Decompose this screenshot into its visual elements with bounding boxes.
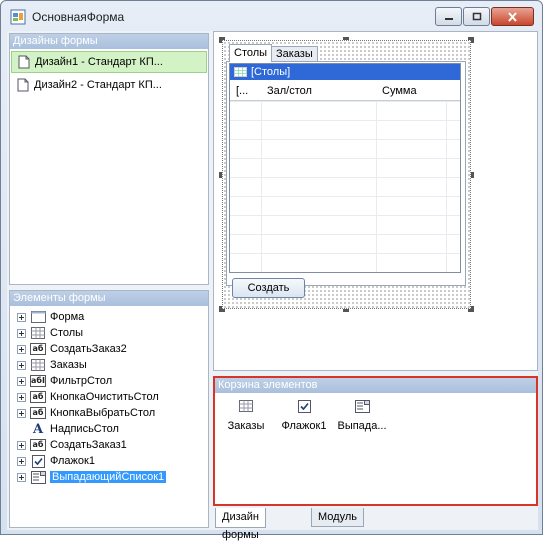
label-icon: A [32, 421, 44, 437]
app-icon [10, 9, 26, 25]
tree-item-orders[interactable]: Заказы [12, 357, 87, 373]
tree-item-label: СоздатьЗаказ1 [50, 439, 127, 451]
basket-item-orders[interactable]: Заказы [217, 398, 275, 432]
tab-form-design[interactable]: Дизайн формы [215, 508, 266, 541]
client-area: Дизайны формы Дизайн1 - Стандарт КП... Д… [7, 31, 538, 541]
title-bar[interactable]: ОсновнаяФорма [1, 1, 542, 31]
table-icon [234, 67, 247, 77]
basket-item-dropdown[interactable]: Выпада... [333, 398, 391, 432]
tree-item-checkbox-1[interactable]: Флажок1 [12, 453, 95, 469]
design-item-label: Дизайн2 - Стандарт КП... [34, 79, 162, 91]
table-icon [239, 400, 253, 412]
table-icon [30, 359, 46, 372]
grid-title: [Столы] [251, 66, 291, 78]
close-icon [508, 11, 517, 22]
button-icon: аб [30, 391, 46, 404]
tree-item-label: КнопкаВыбратьСтол [50, 407, 156, 419]
tree-item-label: Флажок1 [50, 455, 95, 467]
document-icon [18, 55, 30, 69]
main-window: ОсновнаяФорма Дизайны формы Дизайн1 - Ст… [0, 0, 543, 541]
expand-icon[interactable] [17, 440, 26, 450]
tables-grid[interactable]: [Столы] [... Зал/стол Сумма [229, 63, 461, 273]
tree-item-tables[interactable]: Столы [12, 325, 83, 341]
tree-item-label: НадписьСтол [50, 423, 119, 435]
expand-icon[interactable] [17, 392, 26, 402]
tree-item-table-label[interactable]: A НадписьСтол [12, 421, 119, 437]
document-icon [17, 78, 29, 92]
expand-icon[interactable] [17, 344, 26, 354]
tab-tables[interactable]: Столы [229, 44, 273, 62]
tree-item-select-table-button[interactable]: аб КнопкаВыбратьСтол [12, 405, 155, 421]
window-title: ОсновнаяФорма [32, 10, 125, 24]
tree-item-form[interactable]: Форма [12, 309, 84, 325]
elements-panel: Элементы формы Форма Столы аб СоздатьЗак… [9, 290, 209, 528]
grid-header: [... Зал/стол Сумма [230, 81, 460, 101]
tree-item-dropdown-1[interactable]: ВыпадающийСписок1 [12, 469, 167, 485]
grid-rows [230, 101, 460, 272]
tree-item-create-order-2[interactable]: аб СоздатьЗаказ2 [12, 341, 127, 357]
basket-item-checkbox[interactable]: Флажок1 [275, 398, 333, 432]
design-item-2[interactable]: Дизайн2 - Стандарт КП... [11, 74, 207, 96]
tree-item-label: Заказы [50, 359, 87, 371]
button-icon: аб [30, 407, 46, 420]
tree-item-label: КнопкаОчиститьСтол [50, 391, 159, 403]
form-designer: Столы Заказы [Столы] [... Зал/стол Сумма [213, 31, 538, 371]
minimize-button[interactable] [435, 7, 462, 26]
expand-icon[interactable] [17, 376, 26, 386]
tree-item-label: Форма [50, 311, 85, 323]
design-item-label: Дизайн1 - Стандарт КП... [35, 56, 163, 68]
tab-page: [Столы] [... Зал/стол Сумма Создать [226, 61, 466, 298]
designs-panel-header: Дизайны формы [10, 34, 208, 49]
button-icon: аб [30, 439, 46, 452]
dropdown-icon [30, 470, 46, 484]
basket-item-label: Заказы [227, 420, 265, 432]
column-header[interactable]: Сумма [376, 85, 446, 97]
textbox-icon: абI [30, 375, 46, 387]
expand-icon[interactable] [17, 472, 26, 482]
checkbox-icon [297, 399, 311, 413]
tree-item-clear-table-button[interactable]: аб КнопкаОчиститьСтол [12, 389, 159, 405]
form-canvas[interactable]: Столы Заказы [Столы] [... Зал/стол Сумма [222, 40, 471, 309]
tab-orders[interactable]: Заказы [271, 46, 318, 62]
checkbox-icon [30, 454, 46, 468]
column-header[interactable]: [... [230, 85, 261, 97]
tree-item-label: ВыпадающийСписок1 [50, 471, 167, 483]
maximize-button[interactable] [463, 7, 490, 26]
tree-item-label: ФильтрСтол [50, 375, 113, 387]
tree-item-label: СоздатьЗаказ2 [50, 343, 127, 355]
tree-item-label: Столы [50, 327, 84, 339]
create-button[interactable]: Создать [232, 278, 305, 298]
form-icon [30, 311, 46, 324]
design-item-1[interactable]: Дизайн1 - Стандарт КП... [11, 51, 207, 73]
tree-item-create-order-1[interactable]: аб СоздатьЗаказ1 [12, 437, 127, 453]
table-icon [30, 327, 46, 340]
minimize-icon [444, 17, 453, 20]
expand-icon[interactable] [17, 312, 26, 322]
expand-icon[interactable] [17, 328, 26, 338]
element-basket: Корзина элементов Заказы Флажок1 Выпада.… [213, 376, 538, 506]
dropdown-icon [354, 399, 370, 413]
tab-module[interactable]: Модуль [311, 508, 364, 527]
maximize-icon [472, 12, 481, 20]
expand-icon[interactable] [17, 360, 26, 370]
designs-panel: Дизайны формы Дизайн1 - Стандарт КП... Д… [9, 33, 209, 285]
tree-item-filter-table[interactable]: абI ФильтрСтол [12, 373, 112, 389]
button-icon: аб [30, 343, 46, 356]
grid-title-bar: [Столы] [230, 64, 460, 80]
basket-header: Корзина элементов [215, 378, 536, 393]
close-button[interactable] [491, 7, 534, 26]
column-header[interactable]: Зал/стол [261, 85, 376, 97]
expand-icon[interactable] [17, 408, 26, 418]
basket-item-label: Флажок1 [281, 420, 327, 432]
elements-panel-header: Элементы формы [10, 291, 208, 306]
expand-icon[interactable] [17, 456, 26, 466]
basket-item-label: Выпада... [337, 420, 387, 432]
